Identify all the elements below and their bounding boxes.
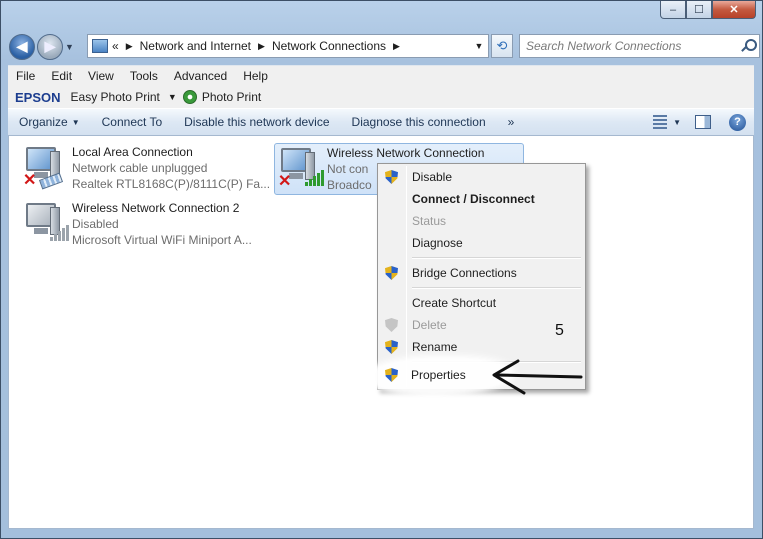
preview-pane-icon[interactable]: [695, 115, 711, 129]
menu-item-label: Properties: [411, 368, 466, 382]
organize-button[interactable]: Organize ▼: [8, 115, 91, 129]
menu-item-label: Disable: [412, 170, 453, 184]
wireless-adapter-icon: ✕: [275, 144, 325, 192]
chevron-right-icon[interactable]: ▶: [393, 41, 400, 52]
breadcrumb-network-connections[interactable]: Network Connections: [272, 39, 386, 53]
signal-bars-icon: [50, 223, 70, 241]
connection-name: Wireless Network Connection: [327, 146, 485, 160]
network-folder-icon: [92, 39, 108, 53]
change-view-icon[interactable]: [653, 115, 668, 129]
uac-shield-icon: [385, 340, 398, 354]
organize-label: Organize: [19, 115, 68, 129]
network-adapter-icon: ✕: [20, 143, 70, 191]
error-x-icon: ✕: [23, 172, 37, 189]
menu-item-diagnose[interactable]: Diagnose: [380, 232, 583, 254]
list-item-wireless-network-connection-2[interactable]: Wireless Network Connection 2 Disabled M…: [20, 199, 252, 248]
connection-name: Wireless Network Connection 2: [72, 201, 240, 215]
address-bar[interactable]: « ▶ Network and Internet ▶ Network Conne…: [87, 34, 489, 58]
error-x-icon: ✕: [278, 173, 292, 190]
list-item-local-area-connection[interactable]: ✕ Local Area Connection Network cable un…: [20, 143, 270, 192]
menu-item-create-shortcut[interactable]: Create Shortcut: [380, 292, 583, 314]
connection-device: Realtek RTL8168C(P)/8111C(P) Fa...: [72, 177, 271, 191]
menu-item-connect-disconnect[interactable]: Connect / Disconnect: [380, 188, 583, 210]
menu-help[interactable]: Help: [235, 69, 276, 83]
menu-item-label: Diagnose: [412, 236, 463, 250]
menu-separator: [380, 284, 583, 292]
help-icon[interactable]: ?: [729, 113, 746, 131]
command-bar: Organize ▼ Connect To Disable this networ…: [8, 108, 754, 136]
uac-shield-icon: [385, 368, 398, 382]
search-input[interactable]: Search Network Connections: [519, 34, 760, 58]
disable-device-button[interactable]: Disable this network device: [173, 115, 340, 129]
menu-item-status: Status: [380, 210, 583, 232]
diagnose-connection-button[interactable]: Diagnose this connection: [341, 115, 497, 129]
uac-shield-icon: [385, 266, 398, 280]
recent-pages-dropdown-icon[interactable]: ▼: [65, 42, 77, 52]
address-dropdown-icon[interactable]: ▼: [470, 41, 488, 51]
signal-bars-icon: [305, 168, 325, 186]
back-button[interactable]: ◀: [9, 33, 35, 60]
wireless-adapter-disabled-icon: [20, 199, 70, 247]
chevron-down-icon[interactable]: ▼: [673, 118, 681, 127]
connection-name: Local Area Connection: [72, 145, 193, 159]
menu-item-delete: Delete: [380, 314, 583, 336]
photo-print-button[interactable]: Photo Print: [202, 90, 261, 104]
minimize-icon[interactable]: ‒: [660, 1, 686, 19]
caption-buttons: ‒ ☐ ✕: [660, 1, 756, 19]
annotation-step-number: 5: [555, 322, 564, 339]
menu-item-label: Create Shortcut: [412, 296, 497, 310]
menu-item-label: Bridge Connections: [412, 266, 517, 280]
menu-item-label: Delete: [412, 318, 447, 332]
refresh-icon[interactable]: ⟲: [491, 34, 513, 58]
uac-shield-icon: [385, 170, 398, 184]
breadcrumb: « ▶ Network and Internet ▶ Network Conne…: [112, 39, 407, 53]
command-bar-right: ▼ ?: [653, 113, 754, 131]
search-icon[interactable]: [741, 39, 757, 53]
breadcrumb-overflow[interactable]: «: [112, 39, 119, 53]
chevron-down-icon[interactable]: ▼: [168, 92, 177, 102]
breadcrumb-network-and-internet[interactable]: Network and Internet: [140, 39, 251, 53]
navigation-bar: ◀ ▶ ▼ « ▶ Network and Internet ▶ Network…: [9, 33, 760, 60]
uac-shield-disabled-icon: [385, 318, 398, 332]
connection-device: Microsoft Virtual WiFi Miniport A...: [72, 233, 252, 247]
maximize-icon[interactable]: ☐: [686, 1, 712, 19]
menu-tools[interactable]: Tools: [122, 69, 166, 83]
menu-item-disable[interactable]: Disable: [380, 166, 583, 188]
connection-status: Network cable unplugged: [72, 161, 208, 175]
menu-item-label: Rename: [412, 340, 458, 354]
epson-toolbar: EPSON Easy Photo Print ▼ Photo Print: [8, 86, 754, 108]
annotation-arrow-icon: [492, 359, 583, 395]
chevron-down-icon: ▼: [71, 117, 80, 127]
menu-item-label: Status: [412, 214, 447, 228]
menu-view[interactable]: View: [80, 69, 122, 83]
menu-bar: File Edit View Tools Advanced Help: [8, 65, 754, 86]
chevron-right-icon[interactable]: ▶: [126, 41, 133, 52]
menu-separator: [380, 254, 583, 262]
more-commands-button[interactable]: »: [497, 115, 526, 129]
menu-item-label: Connect / Disconnect: [412, 192, 535, 206]
chevron-right-icon[interactable]: ▶: [258, 41, 265, 52]
epson-logo: EPSON: [15, 89, 61, 105]
forward-button[interactable]: ▶: [37, 33, 63, 60]
menu-file[interactable]: File: [8, 69, 43, 83]
close-icon[interactable]: ✕: [712, 1, 756, 19]
connect-to-button[interactable]: Connect To: [91, 115, 174, 129]
menu-item-bridge-connections[interactable]: Bridge Connections: [380, 262, 583, 284]
menu-edit[interactable]: Edit: [43, 69, 80, 83]
easy-photo-print-button[interactable]: Easy Photo Print: [71, 90, 160, 104]
connection-status: Disabled: [72, 217, 119, 231]
photo-print-icon: [182, 90, 197, 104]
menu-advanced[interactable]: Advanced: [166, 69, 235, 83]
search-placeholder: Search Network Connections: [526, 39, 682, 53]
